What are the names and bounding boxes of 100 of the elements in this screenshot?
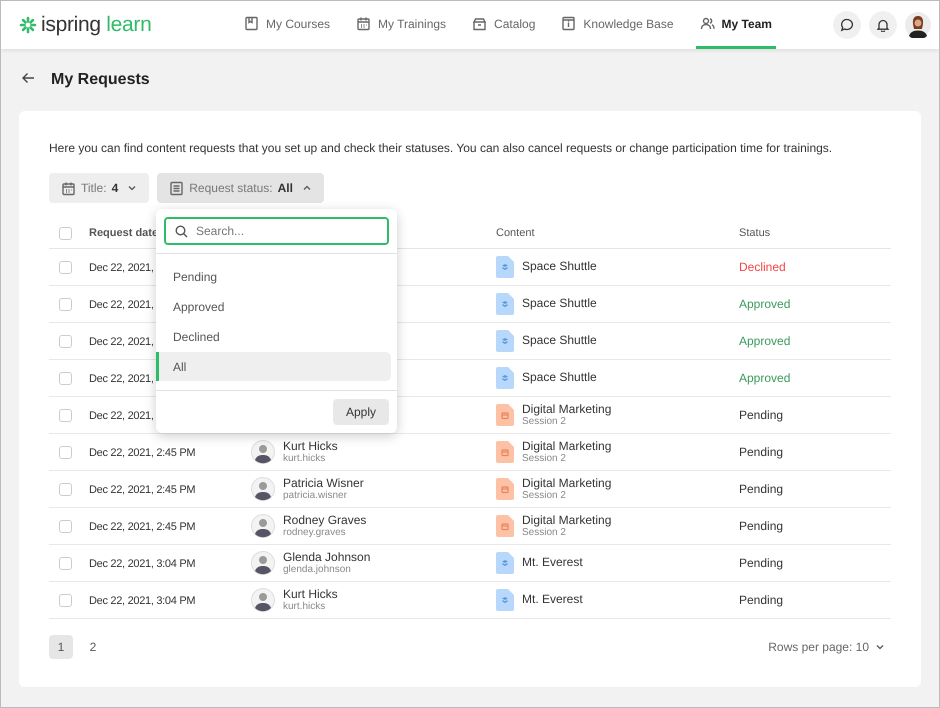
avatar-icon [251,476,275,501]
user-name: Rodney Graves [283,514,366,528]
course-icon [496,589,514,611]
user-name: Patricia Wisner [283,476,364,490]
column-header: Content [496,227,535,240]
search-field[interactable]: Search... [164,217,389,245]
page-button[interactable]: 1 [49,635,73,659]
calendar-icon [61,180,76,196]
nav-tab[interactable]: My Trainings [352,1,450,49]
checkbox[interactable] [59,372,72,384]
table-cell: Dec 22, 2021, [89,410,154,422]
logo-text: ispring learn [41,12,152,38]
status-text: Approved [739,334,790,348]
dropdown-option[interactable]: Pending [156,262,391,291]
filter-button[interactable]: Title: 4 [49,173,150,203]
checkbox[interactable] [59,594,72,606]
content-subtitle: Session 2 [522,416,567,428]
status-text: Pending [739,519,784,533]
dropdown-option[interactable]: Declined [156,322,391,351]
status-text: Pending [739,445,784,459]
content-title: Space Shuttle [522,260,597,274]
dropdown-option[interactable]: All [156,352,391,381]
avatar-icon [251,440,275,464]
nav-tab[interactable]: My Team [696,1,776,49]
column-header: Status [739,227,770,240]
content-title: Space Shuttle [522,297,597,311]
avatar-icon [905,12,931,38]
content-title: Mt. Everest [522,593,583,607]
bell-icon [876,18,890,32]
table-cell: Dec 22, 2021, [89,298,154,311]
checkbox[interactable] [59,298,72,310]
course-icon [496,293,514,315]
status-text: Pending [739,408,784,422]
user-login: patricia.wisner [283,490,348,502]
book-icon [244,16,259,31]
avatar-icon [251,514,275,538]
checkbox[interactable] [59,408,72,422]
content-title: Digital Marketing [522,402,612,416]
checkbox[interactable] [59,556,72,570]
content-subtitle: Session 2 [522,490,567,502]
user-login: rodney.graves [283,527,347,538]
calendar-icon [356,16,372,31]
user-login: kurt.hicks [283,453,326,464]
status-text: Approved [739,297,790,311]
content-title: Space Shuttle [522,334,597,348]
status-text: Pending [739,556,784,570]
table-cell: Dec 22, 2021, 2:45 PM [89,520,196,533]
course-icon [496,552,514,574]
course-icon [496,256,514,278]
user-login: glenda.johnson [283,564,352,576]
checkbox[interactable] [59,520,72,532]
logo-icon [19,16,37,34]
filter-button[interactable]: Request status: All [157,173,324,203]
content-title: Digital Marketing [522,440,612,454]
back-arrow-icon [21,70,35,84]
course-icon [496,330,514,352]
chat-button[interactable] [833,11,861,39]
avatar-icon [251,550,275,575]
nav-tab[interactable]: Knowledge Base [557,1,678,49]
nav-tab[interactable]: Catalog [468,1,540,49]
status-text: Declined [739,260,786,274]
back-button[interactable] [21,70,35,84]
status-text: Pending [739,593,784,607]
training-icon [496,404,514,426]
table-cell: Dec 22, 2021, 3:04 PM [89,594,196,607]
table-cell: Dec 22, 2021, [89,262,154,274]
chevron-icon [875,642,885,652]
content-title: Mt. Everest [522,556,583,570]
content-title: Space Shuttle [522,371,597,385]
content-subtitle: Session 2 [522,527,567,538]
user-name: Kurt Hicks [283,440,338,454]
nav-tab[interactable]: My Courses [240,1,334,49]
info-icon [561,16,576,31]
dropdown-option[interactable]: Approved [156,292,391,321]
checkbox[interactable] [59,260,72,274]
training-icon [496,514,514,537]
apply-button[interactable]: Apply [332,399,389,425]
table-cell: Dec 22, 2021, [89,372,154,385]
user-name: Kurt Hicks [283,588,338,602]
user-login: kurt.hicks [283,601,326,612]
avatar-icon [251,588,275,612]
training-icon [496,478,514,500]
page-title: My Requests [51,70,150,90]
rows-per-page-select[interactable]: Rows per page: 10 [762,637,891,657]
content-subtitle: Session 2 [522,453,567,464]
notifications-button[interactable] [869,11,897,39]
course-icon [496,367,514,389]
intro-text: Here you can find content requests that you set up and check their statuses. You can also cancel requests or change participation time for trainings. [49,140,834,157]
status-text: Pending [739,482,784,496]
table-cell: Dec 22, 2021, 3:04 PM [89,558,196,570]
chevron-icon [127,183,138,193]
page-button[interactable]: 2 [81,635,105,659]
content-title: Digital Marketing [522,476,612,490]
table-cell: Dec 22, 2021, [89,336,154,348]
checkbox[interactable] [59,482,72,496]
document-icon [169,180,184,196]
checkbox[interactable] [59,227,72,240]
box-icon [472,16,488,31]
checkbox[interactable] [59,334,72,348]
checkbox[interactable] [59,446,72,458]
